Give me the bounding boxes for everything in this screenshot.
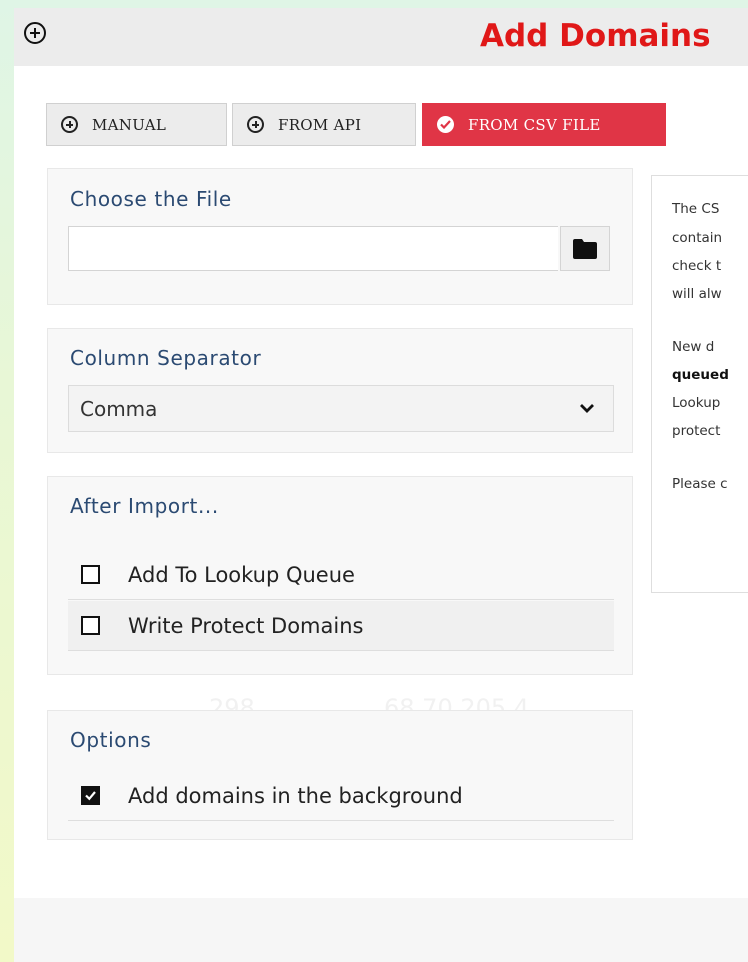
- tab-from-api[interactable]: FROM API: [232, 103, 416, 146]
- modal-header: Add Domains: [14, 8, 748, 66]
- add-in-background-option[interactable]: Add domains in the background: [68, 771, 614, 821]
- info-text: protect: [672, 423, 721, 439]
- tab-label: FROM CSV FILE: [468, 115, 601, 134]
- check-circle-icon: [437, 116, 454, 133]
- options-panel: Options Add domains in the background: [47, 710, 633, 840]
- checkbox-label: Add To Lookup Queue: [128, 562, 355, 587]
- csv-info-card: The CS contain check t will alw New d qu…: [651, 175, 748, 593]
- selected-separator: Comma: [80, 396, 158, 421]
- add-domains-modal: TTL IP (DNS) 298 157.245.209.181 298 178…: [14, 8, 748, 962]
- plus-circle-icon: [61, 116, 78, 133]
- checkmark-icon: [85, 791, 96, 801]
- choose-file-panel: Choose the File: [47, 168, 633, 305]
- info-text: will alw: [672, 286, 722, 302]
- info-text: Please c: [672, 476, 728, 492]
- file-path-input[interactable]: [68, 226, 558, 271]
- after-import-panel: After Import... Add To Lookup Queue Writ…: [47, 476, 633, 675]
- write-protect-domains-checkbox[interactable]: [81, 616, 100, 635]
- page-title: Add Domains: [480, 18, 711, 54]
- folder-icon: [573, 238, 597, 259]
- info-text: contain: [672, 230, 723, 246]
- column-separator-select[interactable]: Comma: [68, 385, 614, 432]
- column-separator-panel: Column Separator Comma: [47, 328, 633, 453]
- modal-footer: [14, 898, 748, 962]
- checkbox-label: Add domains in the background: [128, 783, 463, 808]
- info-text: Lookup: [672, 395, 721, 411]
- plus-circle-icon[interactable]: [24, 22, 46, 44]
- after-import-title: After Import...: [70, 494, 219, 518]
- add-to-lookup-queue-option[interactable]: Add To Lookup Queue: [68, 550, 614, 600]
- info-text: check t: [672, 258, 722, 274]
- write-protect-domains-option[interactable]: Write Protect Domains: [68, 601, 614, 651]
- info-text-bold: queued: [672, 367, 729, 383]
- add-to-lookup-queue-checkbox[interactable]: [81, 565, 100, 584]
- plus-circle-icon: [247, 116, 264, 133]
- info-text: The CS: [672, 201, 720, 217]
- options-title: Options: [70, 728, 152, 752]
- chevron-down-icon: [580, 404, 594, 413]
- add-in-background-checkbox[interactable]: [81, 786, 100, 805]
- info-text: New d: [672, 339, 715, 355]
- tab-from-csv-file[interactable]: FROM CSV FILE: [422, 103, 666, 146]
- column-separator-title: Column Separator: [70, 346, 262, 370]
- tab-label: MANUAL: [92, 115, 167, 134]
- choose-file-title: Choose the File: [70, 187, 232, 211]
- browse-file-button[interactable]: [560, 226, 610, 271]
- checkbox-label: Write Protect Domains: [128, 613, 364, 638]
- tab-label: FROM API: [278, 115, 362, 134]
- tab-manual[interactable]: MANUAL: [46, 103, 227, 146]
